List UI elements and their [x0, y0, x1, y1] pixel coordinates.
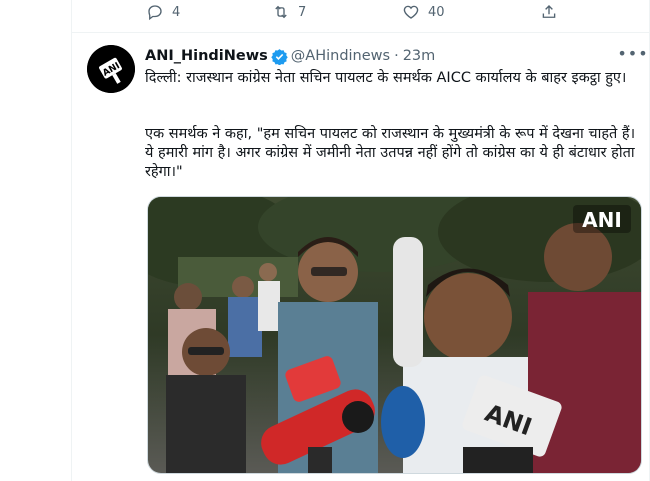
- like-count: 40: [428, 4, 445, 20]
- retweet-count: 7: [298, 4, 307, 20]
- display-name[interactable]: ANI_HindiNews: [145, 48, 268, 64]
- more-options-button[interactable]: •••: [617, 43, 647, 63]
- retweet-icon: [275, 5, 287, 19]
- left-gutter: [0, 0, 71, 481]
- more-icon: •••: [617, 43, 649, 63]
- heart-icon: [403, 5, 419, 19]
- press-scene-photo: ANI ANI: [148, 197, 641, 473]
- separator-dot: ·: [394, 48, 399, 64]
- avatar[interactable]: ANI: [87, 45, 135, 93]
- reply-icon: [148, 5, 162, 21]
- like-button[interactable]: 40: [402, 2, 445, 22]
- tweet-media-image[interactable]: ANI ANI: [147, 196, 642, 474]
- reply-count: 4: [172, 4, 181, 20]
- previous-tweet-actions: 4 7 40: [72, 0, 649, 28]
- share-icon: [542, 5, 556, 18]
- timestamp[interactable]: 23m: [403, 48, 436, 64]
- tweet[interactable]: ANI ANI_HindiNews @AHindinews · 23m ••• …: [72, 33, 649, 481]
- ani-watermark: ANI: [582, 208, 622, 232]
- ani-logo-icon: ANI: [87, 45, 135, 93]
- tweet-text-paragraph-1: दिल्ली: राजस्थान कांग्रेस नेता सचिन पायल…: [145, 70, 627, 86]
- tweet-header: ANI_HindiNews @AHindinews · 23m: [145, 45, 640, 67]
- reply-button[interactable]: 4: [146, 2, 180, 22]
- tweet-text-paragraph-2: एक समर्थक ने कहा, "हम सचिन पायलट को राजस…: [145, 126, 636, 180]
- retweet-button[interactable]: 7: [272, 2, 306, 22]
- share-button[interactable]: [540, 2, 558, 22]
- handle[interactable]: @AHindinews: [291, 48, 390, 64]
- verified-badge-icon: [271, 48, 288, 65]
